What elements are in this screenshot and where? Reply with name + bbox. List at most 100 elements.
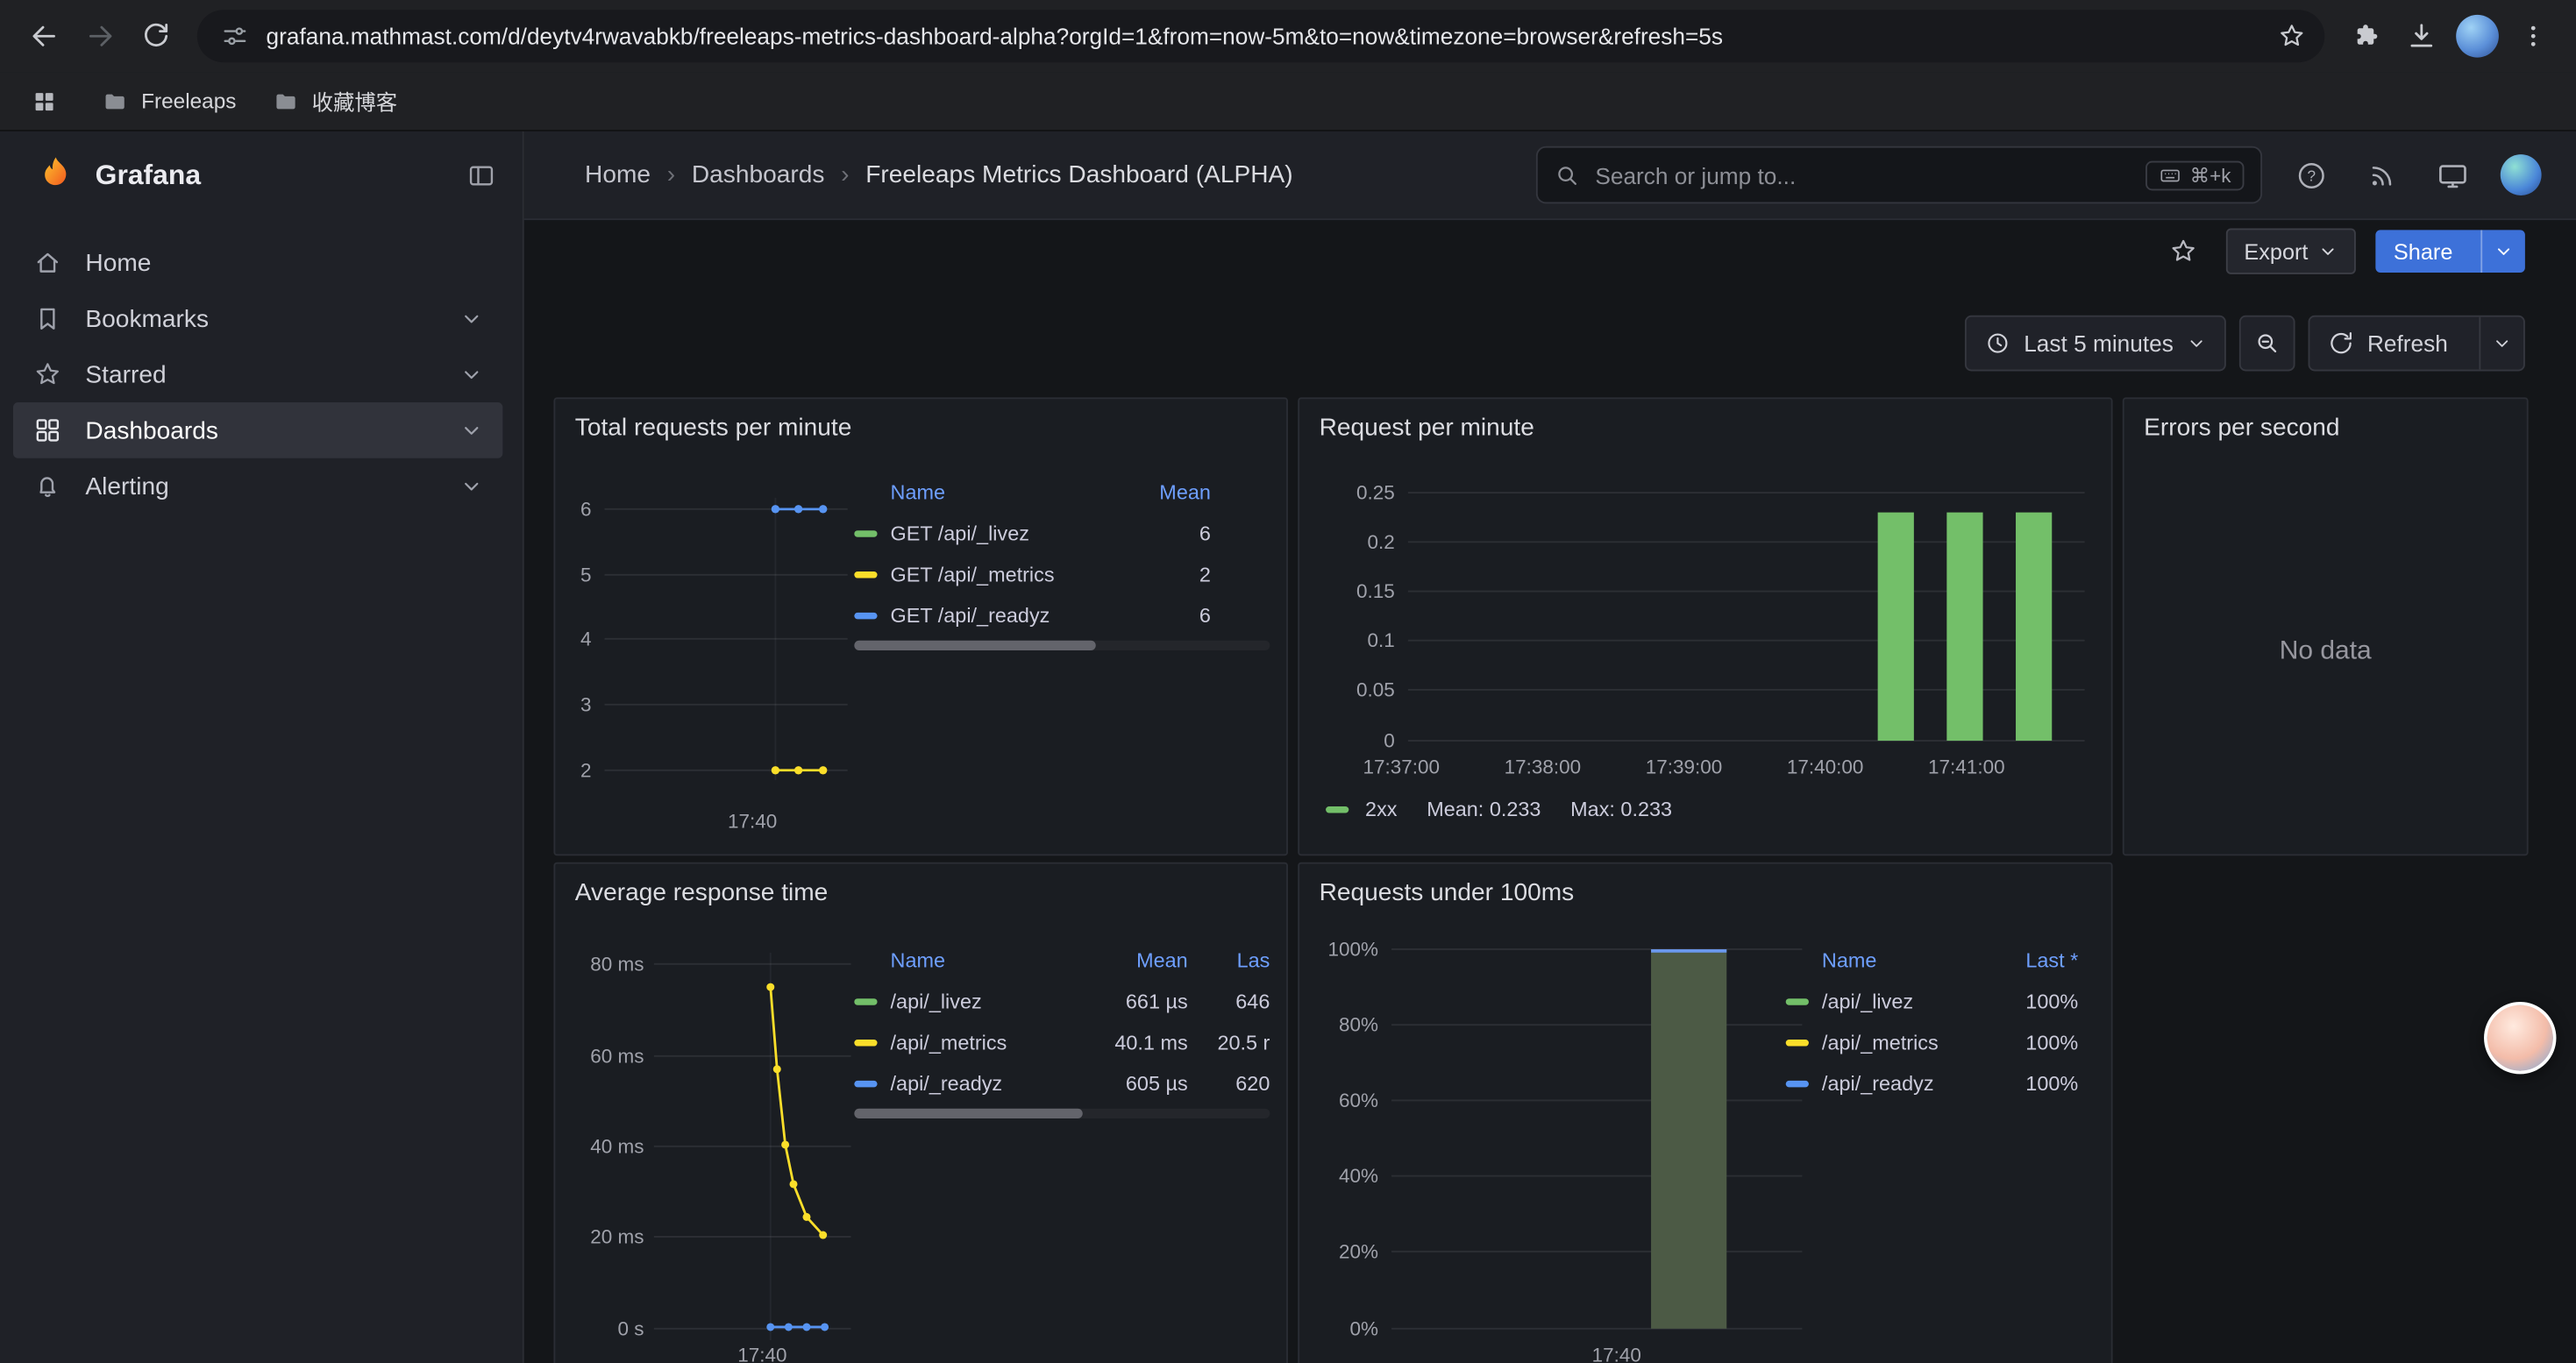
scrollbar-thumb[interactable] <box>854 641 1095 650</box>
chevron-down-icon[interactable] <box>460 363 483 386</box>
total-requests-chart[interactable] <box>605 498 848 785</box>
browser-profile-avatar[interactable] <box>2456 15 2499 58</box>
legend-max-stat: Max: 0.233 <box>1570 799 1672 821</box>
legend-row[interactable]: /api/_livez 661 µs 646 <box>854 981 1270 1022</box>
y-tick: 100% <box>1306 938 1378 961</box>
share-button-main[interactable]: Share <box>2375 230 2471 273</box>
y-tick: 0 <box>1329 729 1395 752</box>
apps-grid-icon[interactable] <box>23 80 66 123</box>
series-color-dash <box>854 1039 877 1045</box>
breadcrumb-dashboards[interactable]: Dashboards <box>692 161 825 189</box>
sidebar-header: Grafana <box>0 131 523 218</box>
address-bar[interactable]: grafana.mathmast.com/d/deytv4rwavabkb/fr… <box>197 10 2324 62</box>
x-tick: 17:38:00 <box>1490 756 1595 778</box>
refresh-button[interactable]: Refresh <box>2308 316 2524 372</box>
share-dropdown-toggle[interactable] <box>2480 230 2525 273</box>
extensions-icon[interactable] <box>2338 8 2394 64</box>
legend-header-mean[interactable]: Mean <box>1086 948 1188 971</box>
panel-request-per-minute: Request per minute 0.25 0.2 0.15 0.1 0.0… <box>1298 397 2112 855</box>
sidebar-item-label: Starred <box>85 360 166 388</box>
bookmark-label: 收藏博客 <box>312 85 397 117</box>
url-text[interactable]: grafana.mathmast.com/d/deytv4rwavabkb/fr… <box>267 23 2252 49</box>
under-100ms-chart[interactable] <box>1391 938 1802 1340</box>
grafana-logo-icon[interactable] <box>32 153 77 197</box>
bookmark-icon <box>32 304 62 334</box>
sidebar-collapse-icon[interactable] <box>466 160 496 190</box>
bookmark-folder-freeleaps[interactable]: Freeleaps <box>102 88 236 114</box>
breadcrumb-separator-icon <box>667 161 675 189</box>
downloads-icon[interactable] <box>2394 8 2450 64</box>
legend-row[interactable]: /api/_readyz 605 µs 620 <box>854 1062 1270 1104</box>
legend-header-mean[interactable]: Mean <box>1115 480 1211 503</box>
legend-header-last[interactable]: Las <box>1201 948 1270 971</box>
export-button[interactable]: Export <box>2226 228 2356 273</box>
sidebar-item-label: Home <box>85 249 151 277</box>
sidebar-item-dashboards[interactable]: Dashboards <box>13 402 502 458</box>
legend-header-name[interactable]: Name <box>891 948 1073 971</box>
help-icon[interactable] <box>2288 152 2334 197</box>
favorite-star-icon[interactable] <box>2160 228 2206 273</box>
sidebar-item-bookmarks[interactable]: Bookmarks <box>13 291 502 347</box>
scrollbar-thumb[interactable] <box>854 1109 1083 1118</box>
screen: grafana.mathmast.com/d/deytv4rwavabkb/fr… <box>0 0 2576 1363</box>
legend-row[interactable]: /api/_readyz 100% <box>1786 1062 2079 1104</box>
legend-row[interactable]: /api/_metrics 100% <box>1786 1021 2079 1062</box>
legend-row[interactable]: /api/_livez 100% <box>1786 981 2079 1022</box>
legend-header-last[interactable]: Last * <box>1993 948 2078 971</box>
time-range-picker[interactable]: Last 5 minutes <box>1965 316 2226 372</box>
x-tick: 17:40 <box>709 1344 815 1363</box>
refresh-button-main[interactable]: Refresh <box>2309 317 2466 370</box>
panel-title[interactable]: Requests under 100ms <box>1299 864 2111 907</box>
legend-scrollbar[interactable] <box>854 641 1270 650</box>
average-response-chart[interactable] <box>654 953 851 1347</box>
dashboard-canvas: Last 5 minutes Refresh Total requests <box>524 280 2576 1363</box>
legend-row[interactable]: /api/_metrics 40.1 ms 20.5 r <box>854 1021 1270 1062</box>
kiosk-monitor-icon[interactable] <box>2430 152 2475 197</box>
sidebar-item-alerting[interactable]: Alerting <box>13 458 502 515</box>
x-tick: 17:39:00 <box>1632 756 1737 778</box>
site-info-icon[interactable] <box>220 21 250 51</box>
bookmark-folder-blogs[interactable]: 收藏博客 <box>273 85 397 117</box>
breadcrumb-home[interactable]: Home <box>585 161 651 189</box>
zoom-out-button[interactable] <box>2239 316 2295 372</box>
bookmark-star-icon[interactable] <box>2269 13 2315 59</box>
chevron-down-icon[interactable] <box>460 419 483 442</box>
y-tick: 40 ms <box>572 1135 644 1158</box>
panel-title[interactable]: Total requests per minute <box>555 399 1286 442</box>
search-input[interactable]: Search or jump to... ⌘+k <box>1536 146 2262 204</box>
browser-forward-button[interactable] <box>72 8 128 64</box>
floating-assistant-avatar[interactable] <box>2484 1002 2556 1074</box>
refresh-interval-toggle[interactable] <box>2479 317 2523 370</box>
y-tick: 0.25 <box>1329 481 1395 504</box>
legend-row[interactable]: GET /api/_livez 6 <box>854 513 1270 554</box>
sidebar-item-home[interactable]: Home <box>13 235 502 291</box>
sidebar-item-label: Dashboards <box>85 416 218 444</box>
chevron-down-icon[interactable] <box>460 307 483 330</box>
y-tick: 0.2 <box>1329 530 1395 553</box>
legend-row[interactable]: GET /api/_readyz 6 <box>854 594 1270 635</box>
panel-legend: 2xx Mean: 0.233 Max: 0.233 <box>1326 799 1672 821</box>
sidebar-item-starred[interactable]: Starred <box>13 346 502 402</box>
panel-title[interactable]: Request per minute <box>1299 399 2111 442</box>
legend-header-name[interactable]: Name <box>891 480 1103 503</box>
chevron-down-icon[interactable] <box>460 474 483 497</box>
user-avatar[interactable] <box>2501 154 2542 195</box>
browser-back-button[interactable] <box>17 8 73 64</box>
share-button[interactable]: Share <box>2375 230 2525 273</box>
request-per-minute-chart[interactable] <box>1408 481 2085 754</box>
chevron-down-icon <box>2187 333 2206 352</box>
panel-title[interactable]: Errors per second <box>2124 399 2527 442</box>
legend-scrollbar[interactable] <box>854 1109 1270 1118</box>
browser-reload-button[interactable] <box>128 8 184 64</box>
news-rss-icon[interactable] <box>2359 152 2405 197</box>
panel-title[interactable]: Average response time <box>555 864 1286 907</box>
legend-row[interactable]: GET /api/_metrics 2 <box>854 553 1270 594</box>
home-icon <box>32 248 62 278</box>
star-icon <box>32 359 62 389</box>
legend-series-name[interactable]: 2xx <box>1365 799 1397 821</box>
y-tick: 2 <box>559 759 591 782</box>
y-tick: 6 <box>559 498 591 521</box>
browser-menu-icon[interactable] <box>2505 8 2561 64</box>
grafana-app: Grafana Home Bookmarks Starred <box>0 131 2576 1363</box>
legend-header-name[interactable]: Name <box>1822 948 1980 971</box>
